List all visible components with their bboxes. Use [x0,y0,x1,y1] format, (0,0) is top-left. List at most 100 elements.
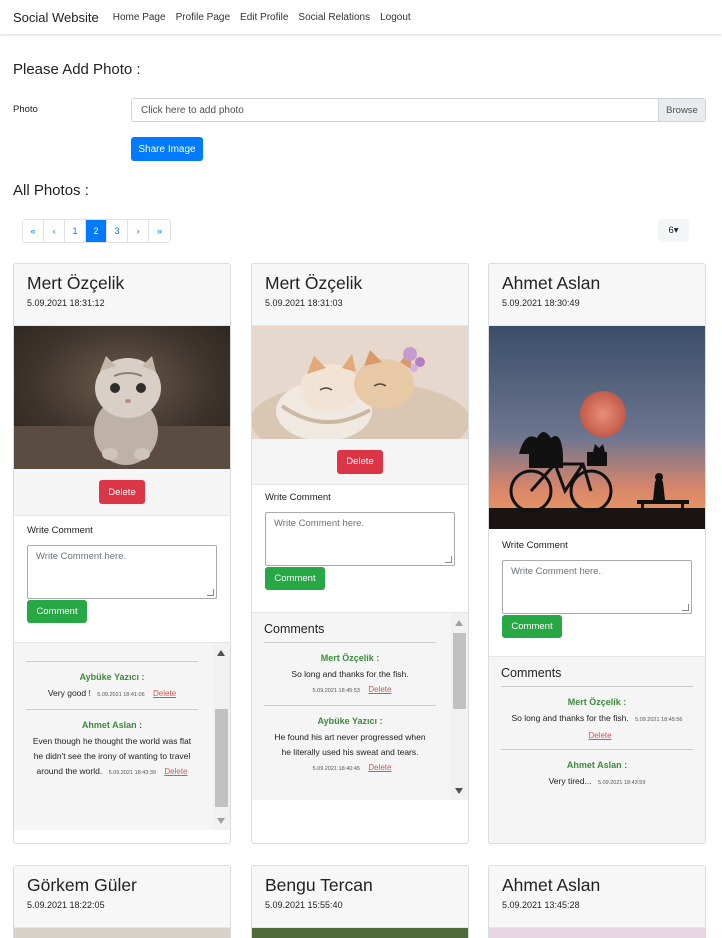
comments-panel: Aybüke Yazıcı : Very good ! 5.09.2021 18… [14,642,230,830]
photo-label: Photo [13,104,38,115]
comment-button[interactable]: Comment [502,615,562,638]
comment-body: He found his art never progressed when h… [274,732,426,757]
sunset-bicycle-photo [489,326,705,529]
card-date: 5.09.2021 13:45:28 [502,900,580,910]
photo-card: Bengu Tercan 5.09.2021 15:55:40 [251,865,469,938]
browse-button[interactable]: Browse [658,99,705,121]
comment-date: 5.09.2021 18:45:53 [312,688,360,694]
card-header: Ahmet Aslan 5.09.2021 13:45:28 [489,866,705,928]
comment-textarea[interactable]: Write Comment here. [265,512,455,566]
nav-social-relations[interactable]: Social Relations [298,12,370,23]
card-actions: Delete [14,469,230,516]
comment-text: Even though he thought the world was fla… [26,734,198,781]
photo-image [489,928,705,938]
comment-author: Aybüke Yazıcı : [79,672,145,682]
scroll-up-arrow-icon[interactable] [217,650,225,656]
comment-author: Ahmet Aslan : [566,760,628,770]
photo-card: Ahmet Aslan 5.09.2021 18:30:49 Write Com… [488,263,706,844]
delete-comment-link[interactable]: Delete [368,685,391,694]
pagination: « ‹ 1 2 3 › » [22,219,171,243]
comment-item: Mert Özçelik : So long and thanks for th… [501,687,693,750]
delete-comment-link[interactable]: Delete [368,763,391,772]
two-kittens-photo [252,326,468,439]
comment-author: Mert Özçelik : [567,697,627,707]
scrollbar-thumb[interactable] [453,633,466,709]
comment-item: Aybüke Yazıcı : Very good ! 5.09.2021 18… [26,661,198,710]
comment-date: 5.09.2021 18:40:45 [312,766,360,772]
per-page-dropdown[interactable]: 6▾ [658,219,689,242]
comment-item: Ahmet Aslan : Very tired... 5.09.2021 18… [501,750,693,797]
comment-button[interactable]: Comment [265,567,325,590]
page-first[interactable]: « [23,220,44,242]
delete-comment-link[interactable]: Delete [588,731,611,740]
page-1[interactable]: 1 [65,220,86,242]
write-comment-label: Write Comment [502,540,568,551]
card-author: Bengu Tercan [265,875,373,895]
write-comment-section: Write Comment Write Comment here. Commen… [252,485,468,590]
comment-button[interactable]: Comment [27,600,87,623]
page-next[interactable]: › [128,220,149,242]
card-header: Bengu Tercan 5.09.2021 15:55:40 [252,866,468,928]
comment-date: 5.09.2021 18:41:06 [97,692,145,698]
card-actions: Delete [252,439,468,485]
nav-profile-page[interactable]: Profile Page [176,12,230,23]
card-date: 5.09.2021 18:31:03 [265,298,343,308]
comment-text: So long and thanks for the fish. 5.09.20… [264,667,436,699]
comment-date: 5.09.2021 18:43:59 [597,780,646,786]
photo-file-input[interactable]: Click here to add photo Browse [131,98,706,122]
card-date: 5.09.2021 18:22:05 [27,900,105,910]
page-last[interactable]: » [149,220,170,242]
delete-comment-link[interactable]: Delete [164,767,187,776]
brand-link[interactable]: Social Website [13,10,99,25]
scroll-down-arrow-icon[interactable] [217,818,225,824]
comments-title: Comments [501,657,693,687]
card-header: Mert Özçelik 5.09.2021 18:31:03 [252,264,468,326]
comment-author: Ahmet Aslan : [81,720,143,730]
file-input-placeholder: Click here to add photo [141,104,244,116]
comment-item: Aybüke Yazıcı : He found his art never p… [264,706,436,783]
delete-photo-button[interactable]: Delete [337,449,383,474]
comment-body: Very tired... [548,776,592,786]
comment-text: So long and thanks for the fish. 5.09.20… [501,711,693,743]
scroll-down-arrow-icon[interactable] [455,788,463,794]
card-date: 5.09.2021 18:30:49 [502,298,580,308]
page-prev[interactable]: ‹ [44,220,65,242]
card-author: Mert Özçelik [27,273,125,293]
comment-text: Very tired... 5.09.2021 18:43:59 [501,774,693,791]
all-photos-title: All Photos : [13,182,89,199]
nav-logout[interactable]: Logout [380,12,411,23]
comment-text: He found his art never progressed when h… [264,730,436,777]
delete-comment-link[interactable]: Delete [153,689,176,698]
photo-card: Mert Özçelik 5.09.2021 18:31:12 Delete W… [13,263,231,844]
card-header: Mert Özçelik 5.09.2021 18:31:12 [14,264,230,326]
comments-panel: Comments Mert Özçelik : So long and than… [489,656,705,843]
comments-panel: Comments Mert Özçelik : So long and than… [252,612,468,800]
comments-scrollbar[interactable] [213,643,230,830]
comment-textarea[interactable]: Write Comment here. [27,545,217,599]
write-comment-section: Write Comment Write Comment here. Commen… [489,529,705,638]
page-3[interactable]: 3 [107,220,128,242]
comment-author: Mert Özçelik : [320,653,380,663]
nav-home-page[interactable]: Home Page [113,12,166,23]
scrollbar-thumb[interactable] [215,709,228,807]
share-image-button[interactable]: Share Image [131,137,203,161]
comment-textarea[interactable]: Write Comment here. [502,560,692,614]
comment-date: 5.09.2021 18:45:56 [635,717,683,723]
delete-photo-button[interactable]: Delete [99,480,145,504]
comments-scrollbar[interactable] [451,613,468,800]
card-date: 5.09.2021 18:31:12 [27,298,105,308]
card-header: Görkem Güler 5.09.2021 18:22:05 [14,866,230,928]
card-author: Mert Özçelik [265,273,363,293]
nav-edit-profile[interactable]: Edit Profile [240,12,288,23]
photo-card: Görkem Güler 5.09.2021 18:22:05 [13,865,231,938]
write-comment-section: Write Comment Write Comment here. Commen… [14,516,230,623]
card-date: 5.09.2021 15:55:40 [265,900,343,910]
kitten-photo [14,326,230,469]
comment-body: Very good ! [47,688,91,698]
comment-text: Very good ! 5.09.2021 18:41:06 Delete [26,686,198,703]
comment-body: So long and thanks for the fish. [291,669,409,679]
comments-title: Comments [264,613,436,643]
scroll-up-arrow-icon[interactable] [455,620,463,626]
page-2[interactable]: 2 [86,220,107,242]
photo-image [14,928,230,938]
